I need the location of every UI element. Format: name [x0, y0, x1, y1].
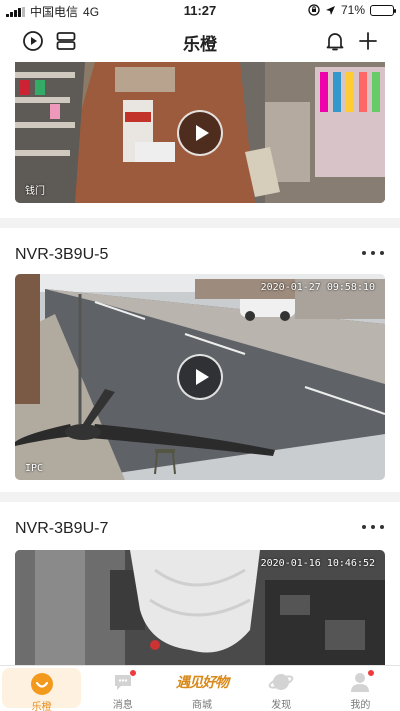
plus-icon[interactable] — [355, 28, 381, 54]
more-options-icon[interactable] — [362, 244, 384, 262]
battery-percent: 71% — [340, 3, 365, 17]
tab-label: 我的 — [350, 700, 371, 711]
card-header: NVR-3B9U-7 — [0, 502, 400, 554]
video-timestamp: 2020-01-27 09:58:10 — [260, 282, 375, 293]
message-badge — [129, 669, 138, 677]
status-right: 71% — [308, 3, 396, 17]
camera-card: NVR-3B9U-5 2020-01-27 09:58:10 IPC — [0, 228, 400, 492]
more-options-icon[interactable] — [362, 518, 384, 536]
tab-label: 发现 — [271, 700, 292, 711]
tab-lechange[interactable]: 乐橙 — [2, 668, 82, 711]
play-button[interactable] — [177, 354, 223, 400]
status-bar: 中国电信 4G 11:27 71% — [0, 0, 400, 20]
tab-mall[interactable]: 遇见好物 商城 — [162, 666, 241, 711]
camera-name: NVR-3B9U-7 — [15, 520, 109, 537]
camera-name: NVR-3B9U-5 — [15, 246, 109, 263]
tab-label: 消息 — [112, 700, 133, 711]
lock-rotation-icon — [308, 4, 320, 16]
card-header: NVR-3B9U-5 — [0, 228, 400, 280]
video-timestamp: 2020-01-16 10:46:52 — [260, 558, 375, 569]
battery-icon — [370, 4, 396, 16]
camera-label: 钱门 — [25, 186, 45, 197]
video-thumbnail[interactable]: 钱门 — [15, 62, 385, 203]
profile-badge — [366, 669, 375, 677]
camera-card: NVR-3B9U-7 2020-01-16 10:46:52 — [0, 502, 400, 665]
bottom-tab-bar: 乐橙 消息 遇见好物 商城 发现 我的 — [0, 665, 400, 711]
lechange-logo-icon — [29, 672, 55, 696]
tab-discover[interactable]: 发现 — [242, 666, 321, 711]
tab-label: 商城 — [192, 700, 212, 711]
camera-label: IPC — [25, 463, 44, 474]
tab-messages[interactable]: 消息 — [83, 666, 162, 711]
location-icon — [325, 5, 335, 15]
bell-icon[interactable] — [322, 28, 348, 54]
camera-feed[interactable]: 钱门 NVR-3B9U-5 2020-01-27 09:58:10 IPC NV… — [0, 62, 400, 665]
video-thumbnail[interactable]: 2020-01-16 10:46:52 — [15, 550, 385, 665]
tab-profile[interactable]: 我的 — [321, 666, 400, 711]
play-button[interactable] — [177, 109, 223, 156]
top-nav: 乐橙 — [0, 20, 400, 62]
tab-label: 乐橙 — [31, 702, 52, 711]
mall-brand-icon: 遇见好物 — [176, 675, 229, 691]
video-thumbnail[interactable]: 2020-01-27 09:58:10 IPC — [15, 274, 385, 480]
camera-card: 钱门 — [0, 62, 400, 218]
planet-icon — [268, 670, 294, 694]
